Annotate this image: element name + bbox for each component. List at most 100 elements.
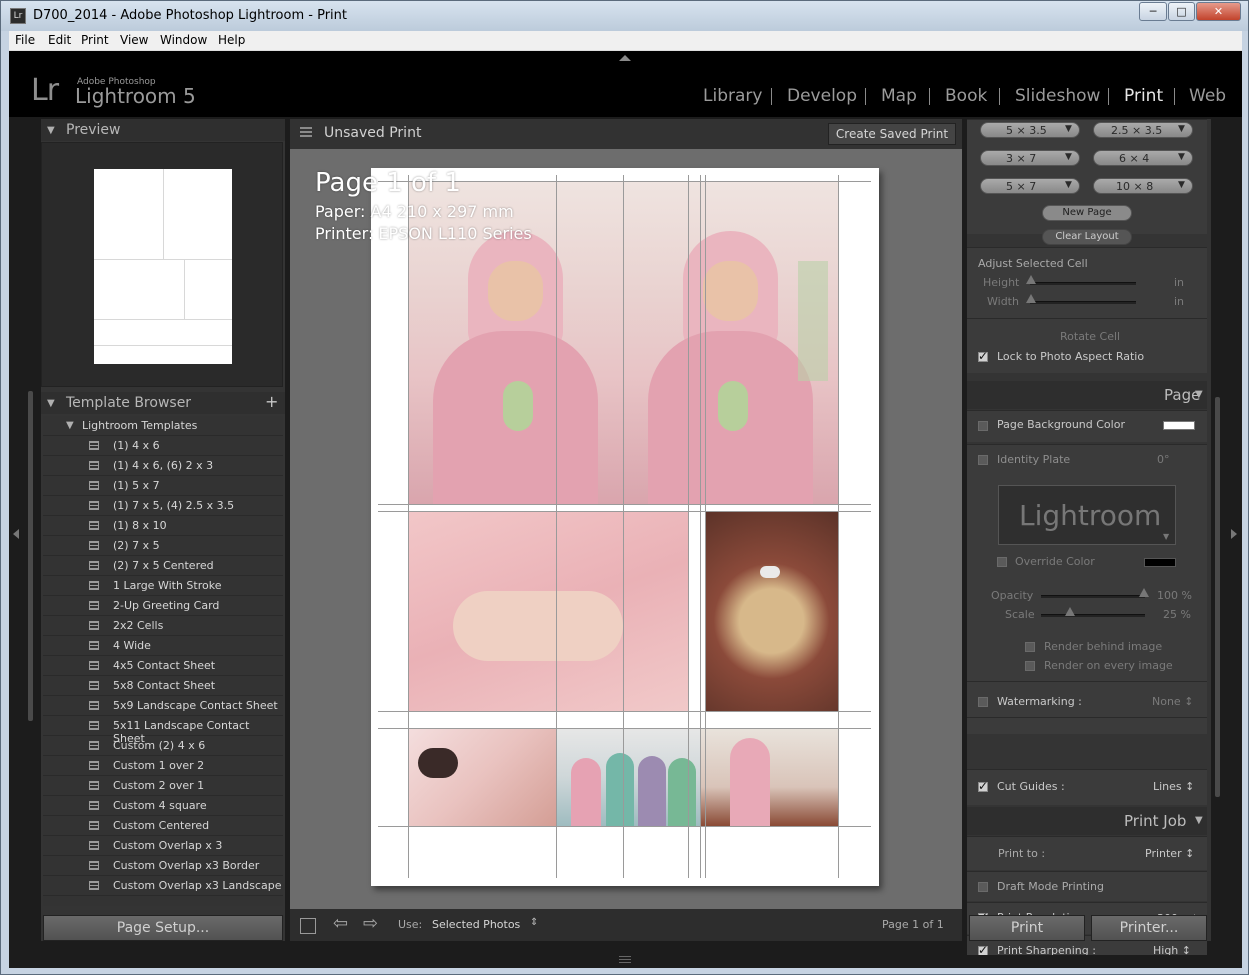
collapse-right-panel-icon[interactable] <box>1231 529 1237 539</box>
minimize-button[interactable]: ─ <box>1139 2 1167 21</box>
template-item[interactable]: 5x8 Contact Sheet <box>43 676 283 696</box>
identity-plate-checkbox[interactable] <box>978 455 988 465</box>
template-item[interactable]: 4x5 Contact Sheet <box>43 656 283 676</box>
template-item[interactable]: (1) 4 x 6, (6) 2 x 3 <box>43 456 283 476</box>
opacity-slider-knob[interactable] <box>1139 588 1149 597</box>
template-browser-header[interactable]: ▼ Template Browser + <box>41 392 285 414</box>
clear-layout-button[interactable]: Clear Layout <box>1042 229 1132 245</box>
height-slider[interactable] <box>1030 282 1136 285</box>
menu-print[interactable]: Print <box>81 33 109 47</box>
create-saved-print-button[interactable]: Create Saved Print <box>828 123 956 145</box>
template-item[interactable]: (1) 7 x 5, (4) 2.5 x 3.5 <box>43 496 283 516</box>
menu-help[interactable]: Help <box>218 33 245 47</box>
opacity-slider[interactable] <box>1041 595 1145 598</box>
template-item[interactable]: Custom 2 over 1 <box>43 776 283 796</box>
template-item[interactable]: 5x11 Landscape Contact Sheet <box>43 716 283 745</box>
cell-size-button[interactable]: 2.5 × 3.5 ▼ <box>1093 122 1193 138</box>
cut-guides-checkbox[interactable] <box>978 779 988 793</box>
menu-window[interactable]: Window <box>160 33 207 47</box>
template-item[interactable]: Custom Overlap x 3 <box>43 836 283 856</box>
print-to-dropdown[interactable]: Printer ↕ <box>1145 847 1194 860</box>
cell-size-button[interactable]: 3 × 7 ▼ <box>980 150 1080 166</box>
photo-cell-2[interactable] <box>623 181 839 504</box>
menu-edit[interactable]: Edit <box>48 33 71 47</box>
scale-slider[interactable] <box>1041 614 1145 617</box>
template-item[interactable]: Custom Overlap x3 Landscape <box>43 876 283 896</box>
template-item[interactable]: Custom (2) 4 x 6 <box>43 736 283 756</box>
print-sharpening-dropdown[interactable]: High ↕ <box>1153 944 1191 955</box>
maximize-button[interactable]: □ <box>1168 2 1195 21</box>
template-item[interactable]: (2) 7 x 5 <box>43 536 283 556</box>
override-color-checkbox[interactable] <box>997 557 1007 567</box>
template-item[interactable]: (1) 5 x 7 <box>43 476 283 496</box>
scale-slider-knob[interactable] <box>1065 607 1075 616</box>
collapse-top-panel-icon[interactable] <box>619 55 631 61</box>
template-item[interactable]: Custom Centered <box>43 816 283 836</box>
template-item[interactable]: 5x9 Landscape Contact Sheet <box>43 696 283 716</box>
collapse-left-panel-icon[interactable] <box>13 529 19 539</box>
photo-cell-7[interactable] <box>700 728 838 826</box>
watermark-dropdown[interactable]: None ↕ <box>1152 695 1193 708</box>
module-develop[interactable]: Develop <box>787 86 857 106</box>
next-page-icon[interactable]: ⇨ <box>363 913 378 934</box>
cut-guides-dropdown[interactable]: Lines ↕ <box>1153 780 1194 793</box>
print-sharpening-checkbox[interactable] <box>978 943 988 955</box>
module-slideshow[interactable]: Slideshow <box>1015 86 1100 106</box>
width-slider-knob[interactable] <box>1026 294 1036 303</box>
cell-size-button[interactable]: 5 × 3.5 ▼ <box>980 122 1080 138</box>
right-scrollbar[interactable] <box>1215 397 1220 797</box>
render-every-checkbox[interactable] <box>1025 661 1035 671</box>
print-job-section-header[interactable]: Print Job ▼ <box>967 807 1207 835</box>
cell-size-button[interactable]: 10 × 8 ▼ <box>1093 178 1193 194</box>
height-slider-knob[interactable] <box>1026 275 1036 284</box>
page-bg-checkbox[interactable] <box>978 421 988 431</box>
lock-aspect-checkbox[interactable] <box>978 349 988 363</box>
page-section-header[interactable]: Page ▼ <box>967 381 1207 409</box>
use-dropdown[interactable]: Selected Photos <box>432 918 520 931</box>
module-book[interactable]: Book <box>945 86 987 106</box>
identity-angle[interactable]: 0° <box>1157 453 1170 466</box>
printer-button[interactable]: Printer... <box>1091 915 1207 941</box>
print-button[interactable]: Print <box>969 915 1085 941</box>
template-folder[interactable]: ▼ Lightroom Templates <box>43 416 283 436</box>
preview-header[interactable]: ▼ Preview <box>41 119 285 141</box>
template-item[interactable]: 2-Up Greeting Card <box>43 596 283 616</box>
photo-cell-5[interactable] <box>408 728 556 826</box>
template-item[interactable]: (1) 4 x 6 <box>43 436 283 456</box>
module-map[interactable]: Map <box>881 86 917 106</box>
page-bg-swatch[interactable] <box>1163 421 1195 430</box>
page-setup-button[interactable]: Page Setup... <box>43 915 283 941</box>
show-grid-toggle[interactable] <box>300 918 316 934</box>
module-print[interactable]: Print <box>1124 86 1163 106</box>
add-template-icon[interactable]: + <box>265 392 278 411</box>
photo-cell-4[interactable] <box>705 511 838 711</box>
new-page-button[interactable]: New Page <box>1042 205 1132 221</box>
width-slider[interactable] <box>1030 301 1136 304</box>
template-item[interactable]: Custom 1 over 2 <box>43 756 283 776</box>
cell-size-button[interactable]: 6 × 4 ▼ <box>1093 150 1193 166</box>
menu-view[interactable]: View <box>120 33 148 47</box>
template-item[interactable]: Custom 4 square <box>43 796 283 816</box>
identity-plate-preview[interactable]: Lightroom ▼ <box>998 485 1176 545</box>
module-web[interactable]: Web <box>1189 86 1226 106</box>
template-item[interactable]: 2x2 Cells <box>43 616 283 636</box>
close-button[interactable]: ✕ <box>1196 2 1241 21</box>
left-scrollbar[interactable] <box>28 391 33 721</box>
override-color-swatch[interactable] <box>1144 558 1176 567</box>
render-behind-checkbox[interactable] <box>1025 642 1035 652</box>
template-item[interactable]: (2) 7 x 5 Centered <box>43 556 283 576</box>
cell-size-button[interactable]: 5 × 7 ▼ <box>980 178 1080 194</box>
template-item[interactable]: 1 Large With Stroke <box>43 576 283 596</box>
draft-mode-checkbox[interactable] <box>978 882 988 892</box>
module-library[interactable]: Library <box>703 86 762 106</box>
photo-cell-3[interactable] <box>408 511 688 711</box>
previous-page-icon[interactable]: ⇦ <box>333 913 348 934</box>
watermarking-checkbox[interactable] <box>978 697 988 707</box>
rotate-cell-button[interactable]: Rotate Cell <box>1060 330 1120 343</box>
filmstrip-grip-icon[interactable] <box>619 956 631 964</box>
template-item[interactable]: Custom Overlap x3 Border <box>43 856 283 876</box>
photo-cell-6[interactable] <box>556 728 700 826</box>
template-item[interactable]: (1) 8 x 10 <box>43 516 283 536</box>
template-item[interactable]: 4 Wide <box>43 636 283 656</box>
menu-file[interactable]: File <box>15 33 35 47</box>
